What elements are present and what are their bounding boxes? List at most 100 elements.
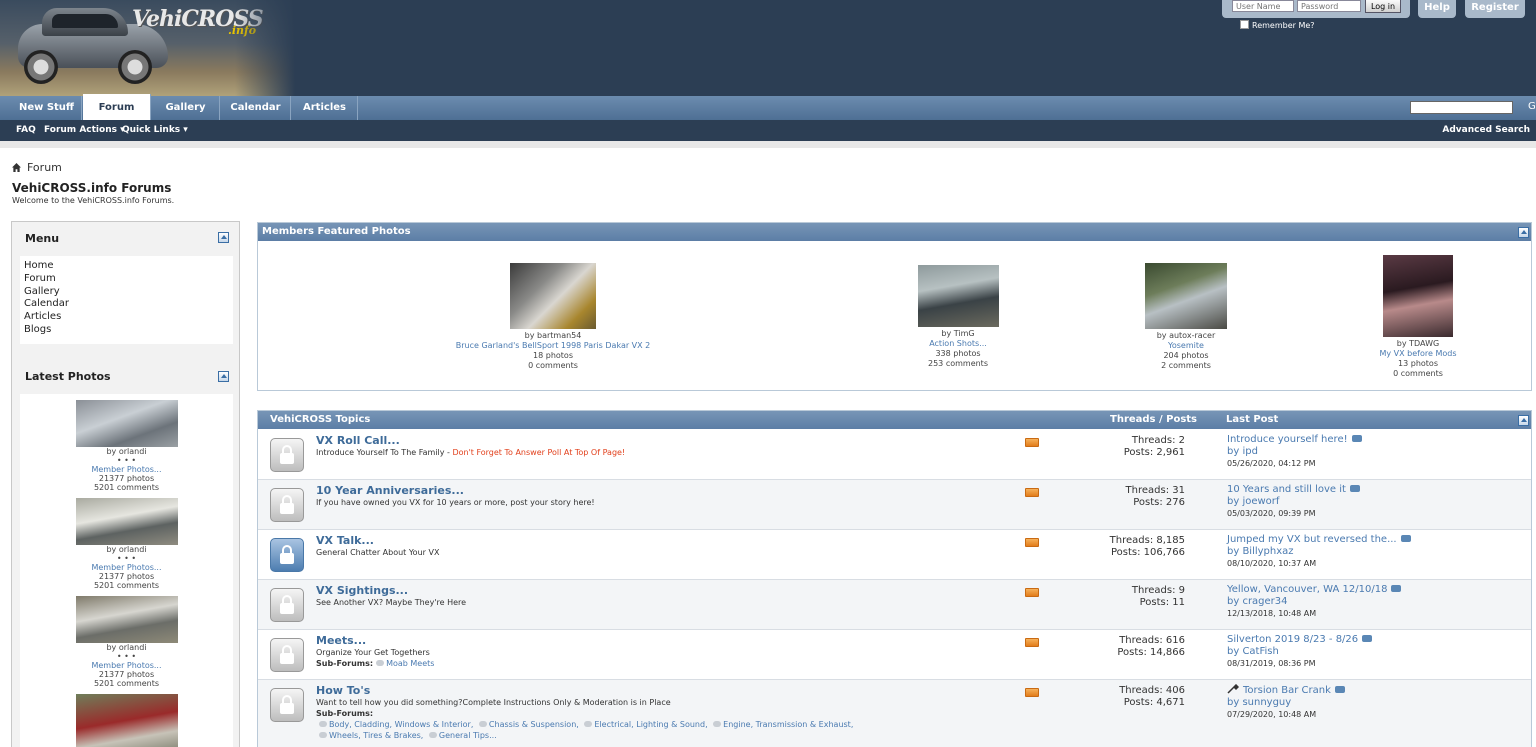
faq-link[interactable]: FAQ (16, 120, 36, 141)
menu-item-articles[interactable]: Articles (24, 311, 229, 324)
remember-me-checkbox[interactable] (1240, 20, 1249, 29)
rss-icon[interactable] (1025, 638, 1039, 647)
register-button[interactable]: Register (1465, 0, 1525, 18)
collapse-icon[interactable] (218, 232, 229, 243)
collapse-icon[interactable] (218, 371, 229, 382)
go-to-post-icon[interactable] (1400, 535, 1411, 542)
tab-articles[interactable]: Articles (292, 96, 358, 120)
tab-forum[interactable]: Forum (83, 94, 151, 120)
forum-title[interactable]: Meets... (316, 634, 366, 647)
site-logo[interactable]: VehiCROSS .info (0, 0, 295, 96)
photo-author: by orlandi (106, 545, 147, 554)
last-post-title[interactable]: 10 Years and still love it (1227, 484, 1346, 495)
go-to-post-icon[interactable] (1334, 686, 1345, 693)
help-button[interactable]: Help (1418, 0, 1456, 18)
last-post-title[interactable]: Yellow, Vancouver, WA 12/10/18 (1227, 584, 1387, 595)
tab-new-stuff[interactable]: New Stuff (12, 96, 82, 120)
last-post-author[interactable]: by Billyphxaz (1227, 546, 1411, 558)
photo-thumbnail[interactable] (1383, 255, 1453, 337)
subforum-link[interactable]: Engine, Transmission & Exhaust, (723, 720, 853, 729)
rss-icon[interactable] (1025, 438, 1039, 447)
photo-thumbnail[interactable] (75, 400, 178, 447)
subforum-link[interactable]: Electrical, Lighting & Sound, (594, 720, 707, 729)
remember-me[interactable]: Remember Me? (1240, 20, 1315, 30)
forum-title[interactable]: VX Sightings... (316, 584, 408, 597)
subforum-link[interactable]: Wheels, Tires & Brakes, (329, 731, 423, 740)
forum-title[interactable]: VX Roll Call... (316, 434, 400, 447)
search-go-button[interactable]: G (1528, 101, 1536, 112)
forum-lock-icon (270, 588, 304, 622)
photo-thumbnail[interactable] (917, 265, 999, 327)
thread-count: Threads: 8,185 (1109, 535, 1185, 546)
collapse-icon[interactable] (1518, 415, 1529, 426)
forum-description: Introduce Yourself To The Family - Don't… (316, 448, 626, 457)
last-post-author[interactable]: by joeworf (1227, 496, 1360, 508)
go-to-post-icon[interactable] (1362, 635, 1373, 642)
search-input[interactable] (1410, 101, 1513, 114)
rss-icon[interactable] (1025, 588, 1039, 597)
tab-calendar[interactable]: Calendar (221, 96, 291, 120)
last-post-title[interactable]: Jumped my VX but reversed the... (1227, 534, 1397, 545)
comment-count: 2 comments (1161, 361, 1211, 370)
collapse-icon[interactable] (1518, 227, 1529, 238)
menu-item-home[interactable]: Home (24, 260, 229, 273)
site-header: VehiCROSS .info Log in Remember Me? Help… (0, 0, 1536, 96)
go-to-post-icon[interactable] (1349, 485, 1360, 492)
photo-thumbnail[interactable] (75, 694, 178, 747)
menu-item-calendar[interactable]: Calendar (24, 298, 229, 311)
menu-item-gallery[interactable]: Gallery (24, 286, 229, 299)
forum-title[interactable]: 10 Year Anniversaries... (316, 484, 464, 497)
remember-me-label: Remember Me? (1252, 21, 1315, 30)
topics-heading: VehiCROSS Topics (258, 411, 1531, 429)
photo-thumbnail[interactable] (1145, 263, 1227, 329)
photo-album-link[interactable]: Action Shots... (898, 339, 1018, 349)
thread-count: Threads: 9 (1131, 585, 1185, 596)
forum-actions-menu[interactable]: Forum Actions ▾ (44, 120, 125, 141)
forum-title[interactable]: VX Talk... (316, 534, 374, 547)
home-icon[interactable] (12, 163, 21, 172)
login-button[interactable]: Log in (1365, 0, 1401, 13)
photo-album-link[interactable]: Yosemite (1126, 341, 1246, 351)
subforums-label: Sub-Forums: (316, 659, 374, 668)
subforums: Body, Cladding, Windows & Interior, Chas… (316, 720, 853, 729)
quick-links-menu[interactable]: Quick Links ▾ (122, 120, 188, 141)
forum-title[interactable]: How To's (316, 684, 370, 697)
subforum-link[interactable]: Body, Cladding, Windows & Interior, (329, 720, 473, 729)
tab-gallery[interactable]: Gallery (152, 96, 220, 120)
subforum-link[interactable]: Moab Meets (386, 659, 434, 668)
go-to-post-icon[interactable] (1351, 435, 1362, 442)
go-to-post-icon[interactable] (1391, 585, 1402, 592)
rss-icon[interactable] (1025, 538, 1039, 547)
photo-thumbnail[interactable] (75, 596, 178, 643)
last-post-author[interactable]: by sunnyguy (1227, 697, 1345, 709)
advanced-search-link[interactable]: Advanced Search (1442, 120, 1530, 141)
photo-album-link[interactable]: Member Photos... (20, 563, 233, 572)
photo-album-link[interactable]: Bruce Garland's BellSport 1998 Paris Dak… (448, 341, 658, 351)
last-post-author[interactable]: by CatFish (1227, 646, 1372, 658)
last-post-title[interactable]: Introduce yourself here! (1227, 434, 1348, 445)
breadcrumb-forum[interactable]: Forum (27, 161, 62, 174)
last-post-title[interactable]: Torsion Bar Crank (1243, 685, 1331, 696)
last-post-author[interactable]: by ipd (1227, 446, 1362, 458)
main-nav: New Stuff Forum Gallery Calendar Article… (0, 94, 1536, 120)
photo-thumbnail[interactable] (510, 263, 596, 329)
last-post-title[interactable]: Silverton 2019 8/23 - 8/26 (1227, 634, 1358, 645)
menu-item-blogs[interactable]: Blogs (24, 324, 229, 337)
subforum-link[interactable]: General Tips... (439, 731, 497, 740)
page-description: Welcome to the VehiCROSS.info Forums. (12, 196, 175, 205)
password-input[interactable] (1297, 0, 1361, 12)
last-post-header: Last Post (1226, 414, 1279, 425)
menu-item-forum[interactable]: Forum (24, 273, 229, 286)
last-post-author[interactable]: by crager34 (1227, 596, 1401, 608)
username-input[interactable] (1232, 0, 1294, 12)
page-title: VehiCROSS.info Forums (12, 181, 172, 195)
photo-thumbnail[interactable] (75, 498, 178, 545)
photo-album-link[interactable]: My VX before Mods (1358, 349, 1478, 359)
rss-icon[interactable] (1025, 688, 1039, 697)
photo-album-link[interactable]: Member Photos... (20, 465, 233, 474)
rss-icon[interactable] (1025, 488, 1039, 497)
subforum-link[interactable]: Chassis & Suspension, (489, 720, 579, 729)
photo-album-link[interactable]: Member Photos... (20, 661, 233, 670)
featured-photo-item: by bartman54 Bruce Garland's BellSport 1… (448, 263, 658, 371)
forum-lock-icon (270, 638, 304, 672)
